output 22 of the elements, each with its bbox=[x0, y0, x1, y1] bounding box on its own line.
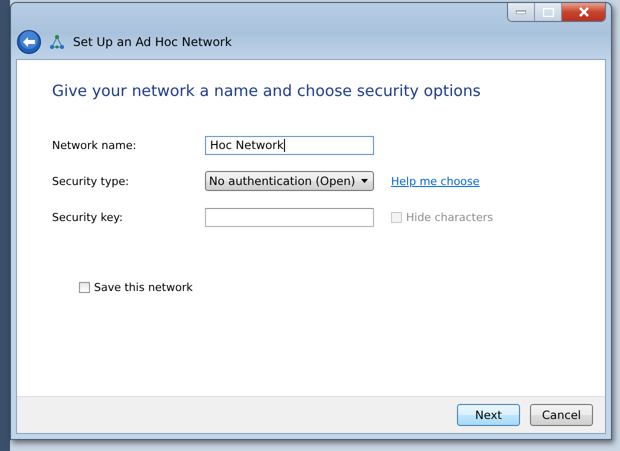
minimize-button[interactable] bbox=[508, 3, 535, 21]
close-button[interactable] bbox=[562, 3, 605, 21]
dialog-button[interactable]: Cancel bbox=[530, 404, 593, 426]
page-heading: Give your network a name and choose security options bbox=[52, 82, 482, 100]
dropdown-arrow-icon bbox=[361, 179, 368, 183]
close-icon bbox=[578, 7, 590, 17]
window-title: Set Up an Ad Hoc Network bbox=[73, 35, 232, 49]
field-label: Network name: bbox=[52, 138, 138, 152]
network-icon bbox=[49, 34, 65, 50]
checkbox-label: Hide characters bbox=[406, 210, 493, 224]
dialog-button[interactable]: Next bbox=[457, 404, 520, 426]
text-field[interactable] bbox=[205, 208, 374, 226]
field-label: Security type: bbox=[52, 174, 130, 188]
security-type-dropdown[interactable]: No authentication (Open) bbox=[205, 171, 374, 191]
text-field[interactable]: Hoc Network bbox=[205, 136, 374, 154]
minimize-icon bbox=[516, 10, 526, 14]
maximize-icon bbox=[542, 8, 554, 16]
field-label: Security key: bbox=[52, 210, 124, 224]
checkbox[interactable] bbox=[79, 282, 90, 293]
checkbox-label: Save this network bbox=[94, 281, 193, 294]
help-link[interactable]: Help me choose bbox=[391, 174, 480, 188]
maximize-button[interactable] bbox=[535, 3, 562, 21]
